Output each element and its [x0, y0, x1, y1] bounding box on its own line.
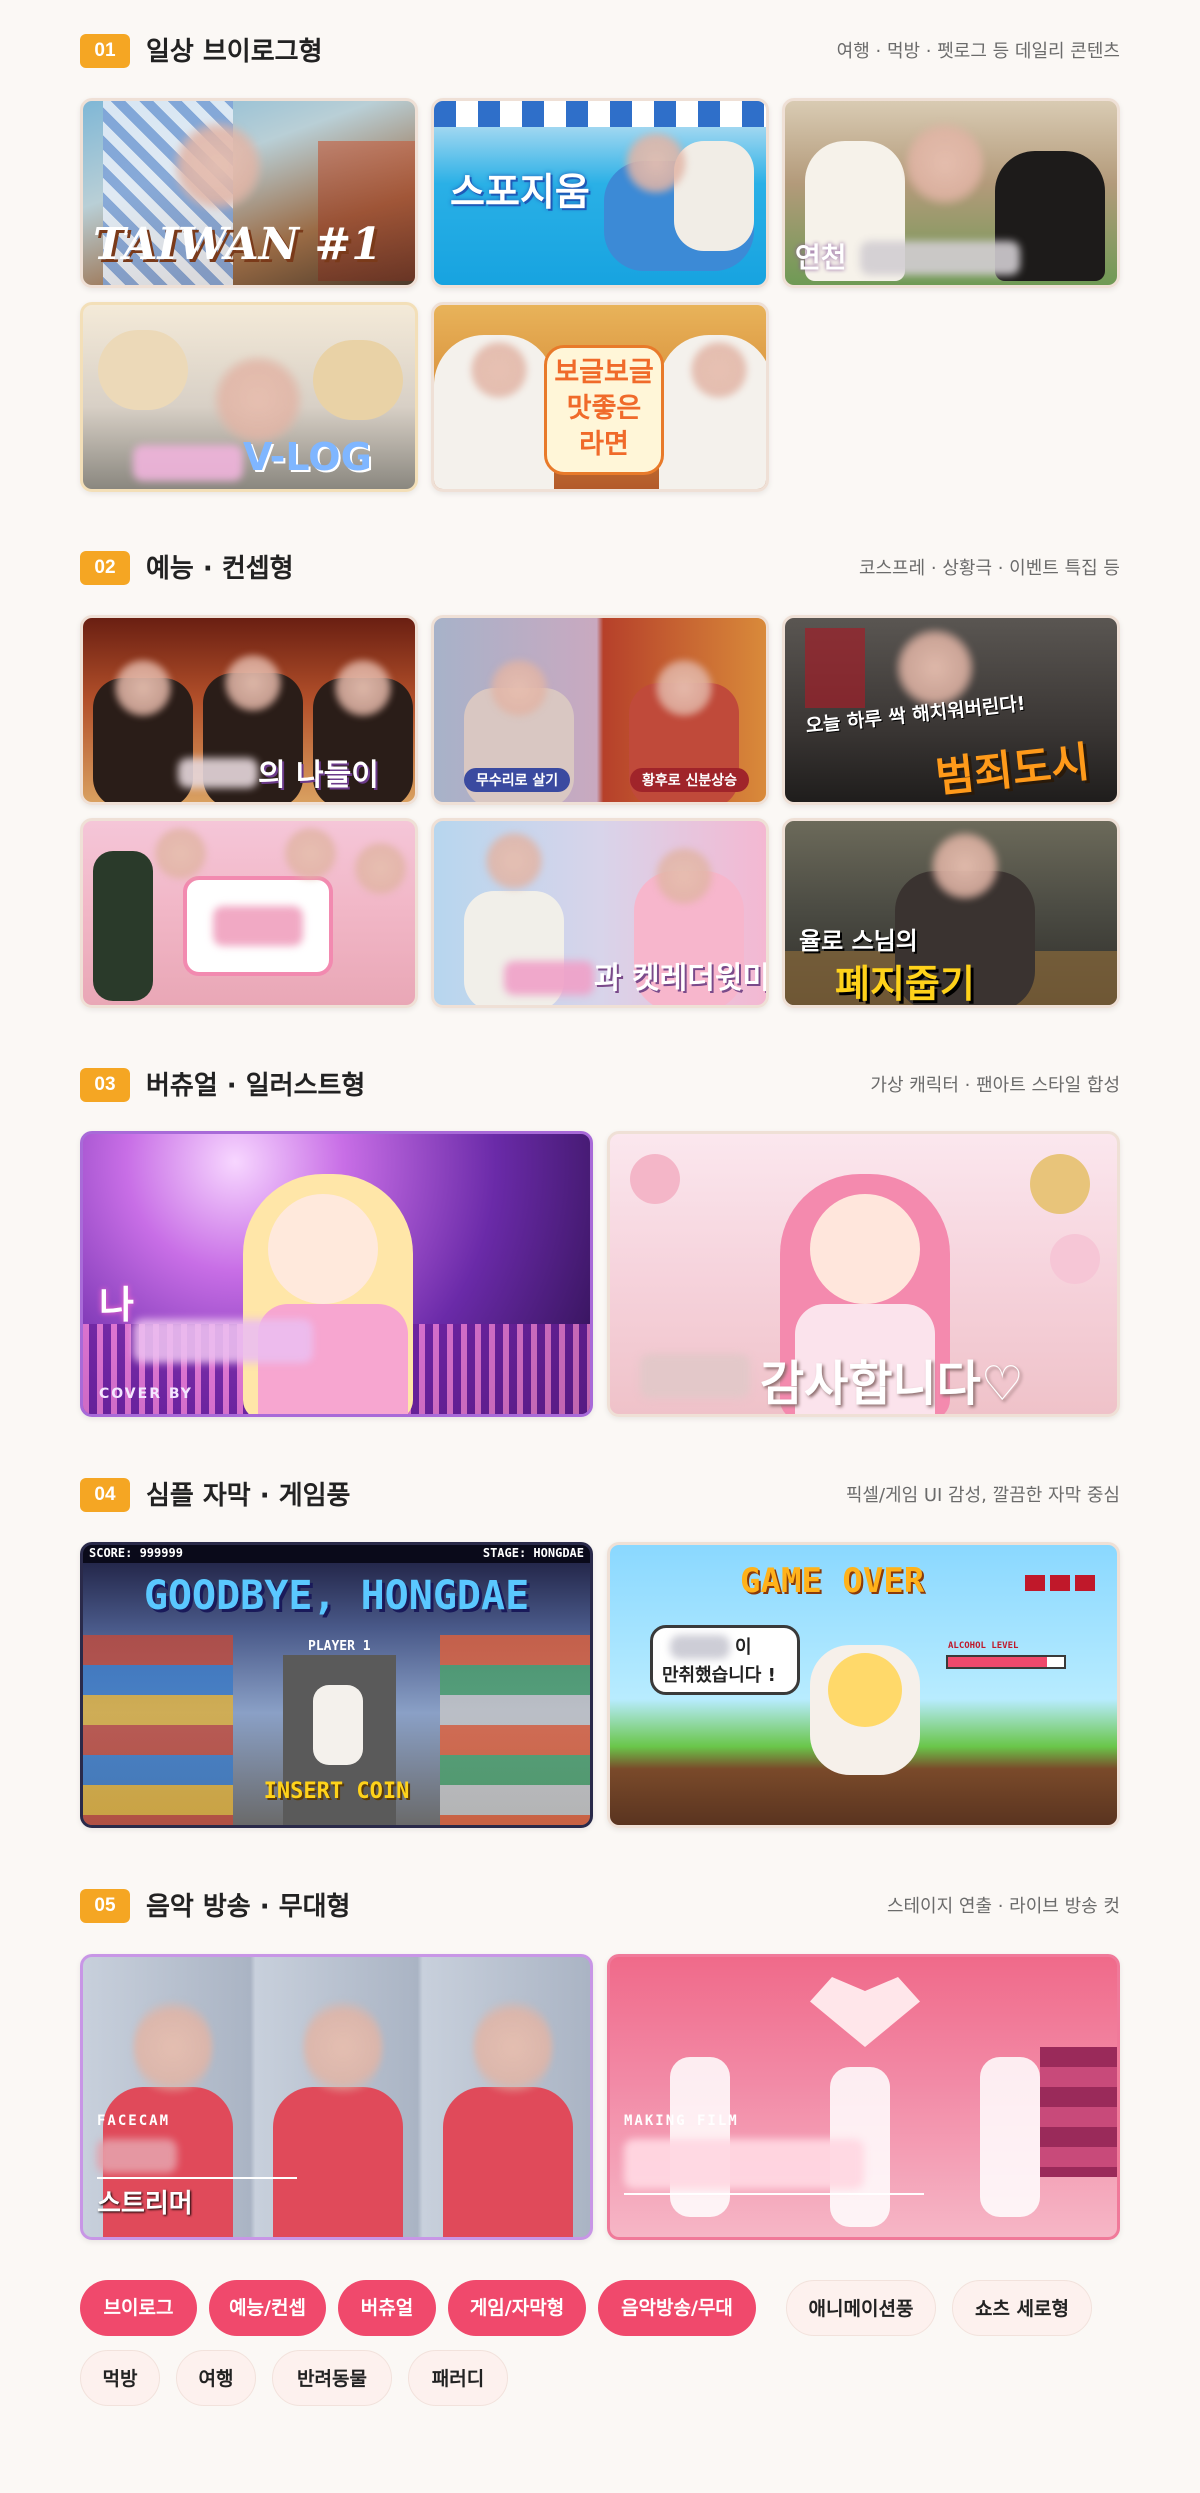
thumbnail-caption-2: 황후로 신분상승	[630, 768, 750, 792]
speech-bubble-line-1: 이	[735, 1637, 752, 1658]
thumbnail-crime-city[interactable]: 오늘 하루 싹 해치워버린다! 범죄도시	[782, 615, 1120, 805]
tag-virtual[interactable]: 버츄얼	[338, 2280, 436, 2336]
player-label: PLAYER 1	[308, 1639, 371, 1654]
tag-shorts-vertical[interactable]: 쇼츠 세로형	[952, 2280, 1092, 2336]
thumbnail-caption: 무수리로 살기	[464, 768, 571, 792]
thumbnail-virtual-concert[interactable]: 나 COVER BY	[80, 1131, 593, 1417]
tag-parody[interactable]: 패러디	[408, 2350, 508, 2406]
section-music-stage: 05 음악 방송 · 무대형 스테이지 연출 · 라이브 방송 컷	[80, 1887, 1120, 1927]
section-number-badge: 02	[80, 551, 130, 585]
section-description: 코스프레 · 상황극 · 이벤트 특집 등	[858, 558, 1120, 579]
tag-variety-concept[interactable]: 예능/컨셉	[209, 2280, 326, 2336]
section-daily-vlog: 01 일상 브이로그형 여행 · 먹방 · 펫로그 등 데일리 콘텐츠	[80, 32, 1120, 72]
tag-music-stage[interactable]: 음악방송/무대	[598, 2280, 756, 2336]
thumbnail-vlog[interactable]: V-LOG	[80, 302, 418, 492]
section-title: 심플 자막 · 게임풍	[146, 1481, 351, 1511]
thumbnail-caption: 연천	[795, 241, 847, 274]
thumbnail-paper-collecting[interactable]: 율로 스님의 폐지줍기	[782, 818, 1120, 1008]
thumbnail-virtual-thanks[interactable]: 감사합니다♡	[607, 1131, 1120, 1417]
thumbnail-caption: 스포지움	[450, 170, 590, 214]
thumbnail-royal[interactable]: 무수리로 살기 황후로 신분상승	[431, 615, 769, 805]
tag-vlog[interactable]: 브이로그	[80, 2280, 197, 2336]
section-title: 예능 · 컨셉형	[146, 554, 294, 584]
thumbnail-subcaption: MAKING FILM	[624, 2113, 739, 2129]
section-number-badge: 04	[80, 1478, 130, 1512]
tag-mukbang[interactable]: 먹방	[80, 2350, 160, 2406]
thumbnail-get-ready[interactable]: 과 켓레더윗미	[431, 818, 769, 1008]
tag-travel[interactable]: 여행	[176, 2350, 256, 2406]
thumbnail-spojium[interactable]: 스포지움	[431, 98, 769, 288]
section-title: 음악 방송 · 무대형	[146, 1892, 351, 1922]
section-description: 여행 · 먹방 · 펫로그 등 데일리 콘텐츠	[836, 41, 1120, 62]
section-virtual-illustration: 03 버츄얼 · 일러스트형 가상 캐릭터 · 팬아트 스타일 합성	[80, 1066, 1120, 1106]
thumbnail-caption: 과 켓레더윗미	[594, 961, 769, 996]
section-header: 03 버츄얼 · 일러스트형 가상 캐릭터 · 팬아트 스타일 합성	[80, 1066, 1120, 1106]
thumbnail-goodbye-hongdae[interactable]: SCORE: 999999 STAGE: HONGDAE GOODBYE, HO…	[80, 1542, 593, 1828]
section-title: 일상 브이로그형	[146, 37, 323, 67]
thumbnail-caption: 감사합니다♡	[760, 1356, 1024, 1412]
thumbnail-caption: 나	[99, 1283, 134, 1327]
thumbnail-streamer-facecam[interactable]: FACECAM 스트리머	[80, 1954, 593, 2240]
section-description: 가상 캐릭터 · 팬아트 스타일 합성	[870, 1075, 1120, 1096]
section-header: 05 음악 방송 · 무대형 스테이지 연출 · 라이브 방송 컷	[80, 1887, 1120, 1927]
thumbnail-caption: GAME OVER	[740, 1561, 925, 1601]
thumbnail-caption: V-LOG	[243, 435, 372, 479]
thumbnail-caption: 의 나들이	[258, 758, 379, 793]
section-description: 스테이지 연출 · 라이브 방송 컷	[886, 1896, 1120, 1917]
thumbnail-caption: GOODBYE, HONGDAE	[143, 1573, 530, 1619]
section-description: 픽셀/게임 UI 감성, 깔끔한 자막 중심	[845, 1485, 1120, 1506]
thumbnail-subcaption: 율로 스님의	[799, 927, 918, 955]
thumbnail-yeoncheon[interactable]: 연천	[782, 98, 1120, 288]
thumbnail-caption: 범죄도시	[933, 737, 1093, 802]
score-label: SCORE: 999999	[89, 1546, 183, 1560]
section-number-badge: 01	[80, 34, 130, 68]
section-title: 버츄얼 · 일러스트형	[146, 1071, 366, 1101]
tag-animation[interactable]: 애니메이션풍	[786, 2280, 936, 2336]
section-number-badge: 05	[80, 1889, 130, 1923]
thumbnail-outing[interactable]: 의 나들이	[80, 615, 418, 805]
thumbnail-ramen[interactable]: 보글보글 맛좋은 라면	[431, 302, 769, 492]
section-header: 02 예능 · 컨셉형 코스프레 · 상황극 · 이벤트 특집 등	[80, 549, 1120, 589]
thumbnail-caption: 폐지줍기	[835, 962, 975, 1006]
section-variety-concept: 02 예능 · 컨셉형 코스프레 · 상황극 · 이벤트 특집 등	[80, 549, 1120, 589]
section-simple-game: 04 심플 자막 · 게임풍 픽셀/게임 UI 감성, 깔끔한 자막 중심	[80, 1476, 1120, 1516]
thumbnail-making-film[interactable]: MAKING FILM	[607, 1954, 1120, 2240]
tag-pets[interactable]: 반려동물	[272, 2350, 392, 2406]
insert-coin-label: INSERT COIN	[263, 1779, 410, 1804]
stage-label: STAGE: HONGDAE	[482, 1546, 584, 1560]
gauge-label: ALCOHOL LEVEL	[948, 1641, 1019, 1651]
section-header: 04 심플 자막 · 게임풍 픽셀/게임 UI 감성, 깔끔한 자막 중심	[80, 1476, 1120, 1516]
section-number-badge: 03	[80, 1068, 130, 1102]
speech-bubble-line-2: 만취했습니다 !	[662, 1665, 776, 1686]
tag-game-caption[interactable]: 게임/자막형	[448, 2280, 586, 2336]
thumbnail-taiwan[interactable]: TAIWAN #1	[80, 98, 418, 288]
thumbnail-caption: 스트리머	[97, 2189, 193, 2219]
thumbnail-pink-party[interactable]	[80, 818, 418, 1008]
thumbnail-caption: TAIWAN #1	[93, 219, 382, 270]
thumbnail-caption: 보글보글 맛좋은 라면	[554, 357, 654, 460]
thumbnail-subcaption: COVER BY	[99, 1386, 193, 1402]
thumbnail-subcaption: FACECAM	[97, 2113, 171, 2129]
section-header: 01 일상 브이로그형 여행 · 먹방 · 펫로그 등 데일리 콘텐츠	[80, 32, 1120, 72]
thumbnail-game-over[interactable]: GAME OVER 이 만취했습니다 ! ALCOHOL LEVEL	[607, 1542, 1120, 1828]
